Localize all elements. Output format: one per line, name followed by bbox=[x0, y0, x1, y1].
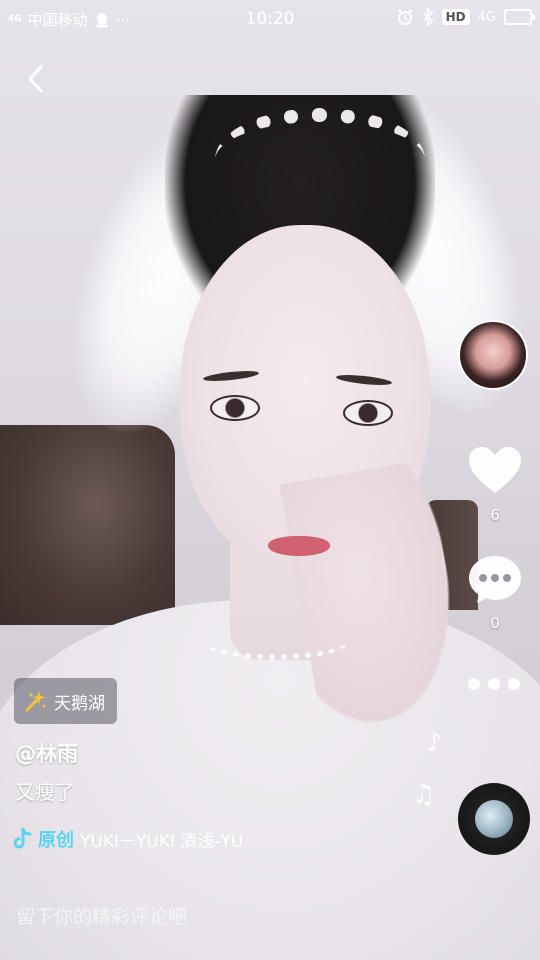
sparkle-location-icon bbox=[25, 691, 46, 712]
eye-right bbox=[343, 400, 393, 426]
status-right: HD 4G bbox=[396, 8, 535, 26]
music-disc[interactable] bbox=[458, 783, 530, 855]
network-type: 4G bbox=[477, 9, 496, 25]
heart-icon bbox=[469, 447, 521, 493]
hd-badge: HD bbox=[441, 9, 470, 25]
tiara bbox=[215, 108, 425, 212]
lips bbox=[268, 536, 330, 556]
status-bar: 4G 中国移动 ··· 10:20 HD 4G bbox=[0, 0, 540, 38]
alarm-icon bbox=[397, 9, 413, 25]
music-info[interactable]: 原创 YUKI－YUKI 清浅-YU bbox=[14, 826, 290, 852]
like-button[interactable]: 6 bbox=[465, 446, 525, 524]
tiktok-note-icon bbox=[14, 828, 32, 849]
music-note-icon: ♫ bbox=[412, 780, 436, 810]
music-note-icon: ♪ bbox=[426, 728, 443, 758]
battery-icon bbox=[504, 9, 535, 25]
more-dots-icon[interactable] bbox=[466, 674, 522, 694]
post-caption: 又瘦了 bbox=[15, 780, 75, 804]
bed-headboard bbox=[0, 425, 175, 625]
bluetooth-icon bbox=[423, 8, 433, 26]
necklace bbox=[200, 620, 350, 660]
like-count: 6 bbox=[490, 506, 500, 524]
comment-count: 0 bbox=[490, 614, 500, 632]
eye-left bbox=[210, 395, 260, 421]
music-title: YUKI－YUKI 清浅-YU bbox=[80, 831, 244, 852]
music-disc-cover bbox=[475, 800, 513, 838]
location-tag[interactable]: 天鹅湖 bbox=[14, 678, 117, 724]
comment-button[interactable]: 0 bbox=[465, 554, 525, 632]
back-arrow-icon[interactable] bbox=[22, 64, 52, 94]
author-avatar[interactable] bbox=[458, 320, 528, 390]
comment-input[interactable]: 留下你的精彩评论吧 bbox=[16, 902, 187, 929]
username-link[interactable]: @林雨 bbox=[15, 738, 78, 768]
location-label: 天鹅湖 bbox=[54, 693, 105, 714]
comment-bubble-icon bbox=[469, 556, 521, 603]
music-original-tag: 原创 bbox=[38, 830, 74, 851]
